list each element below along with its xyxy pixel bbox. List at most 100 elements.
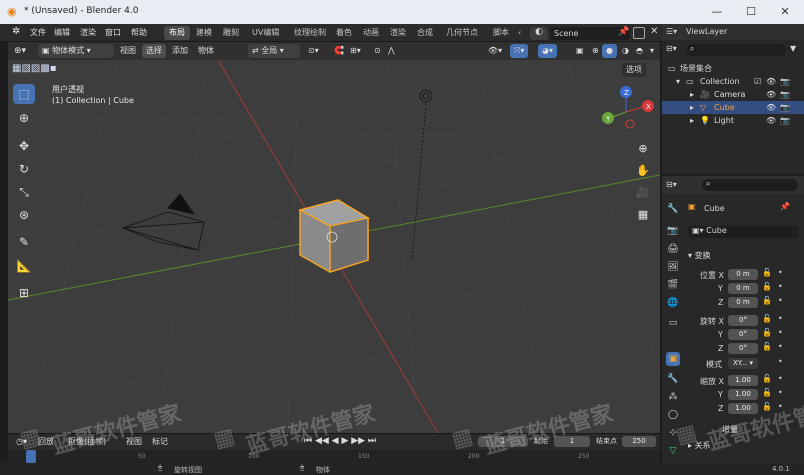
end-frame-field[interactable]: 250	[622, 436, 656, 447]
pin-icon[interactable]: 📌	[618, 27, 629, 37]
minimize-button[interactable]: —	[706, 4, 728, 20]
expand-icon[interactable]: ▸	[690, 88, 694, 101]
timeline-menu-playback[interactable]: 回放	[34, 435, 58, 449]
pivot-point-icon[interactable]: ⊙▾	[304, 44, 323, 58]
options-button[interactable]: 选项	[622, 63, 646, 77]
transform-tool-icon[interactable]: ⊛	[13, 205, 35, 225]
keyframe-dot[interactable]: •	[778, 268, 783, 277]
location-y-field[interactable]: 0 m	[728, 283, 758, 294]
select-box-tool-icon[interactable]: ⬚	[13, 84, 35, 104]
rotate-tool-icon[interactable]: ↻	[13, 159, 35, 179]
menu-window[interactable]: 窗口	[101, 26, 125, 40]
menu-edit[interactable]: 编辑	[50, 26, 74, 40]
tab-compositing[interactable]: 合成	[412, 26, 438, 40]
rotation-y-field[interactable]: 0°	[728, 329, 758, 340]
render-camera-icon[interactable]: 📷	[780, 101, 790, 114]
keyframe-dot[interactable]: •	[778, 328, 783, 337]
data-tab-icon[interactable]: ▽	[666, 444, 680, 458]
eye-icon[interactable]: 👁	[766, 88, 776, 101]
render-tab-icon[interactable]: 📷	[666, 224, 680, 238]
annotate-tool-icon[interactable]: ✎	[13, 232, 35, 252]
timeline-menu-marker[interactable]: 标记	[148, 435, 172, 449]
tab-scripting[interactable]: 脚本	[488, 26, 514, 40]
cube-object[interactable]	[298, 199, 370, 273]
lock-icon[interactable]: 🔓	[762, 282, 772, 291]
tab-animation[interactable]: 动画	[358, 26, 384, 40]
expand-icon[interactable]: ▸	[690, 101, 694, 114]
cursor-tool-icon[interactable]: ⊕	[13, 108, 35, 128]
camera-view-icon[interactable]: 🎥	[634, 184, 652, 202]
lock-icon[interactable]: 🔓	[762, 342, 772, 351]
overlays-toggle-icon[interactable]: ◕▾	[538, 44, 557, 58]
scale-z-field[interactable]: 1.00	[728, 403, 758, 414]
editor-type-icon[interactable]: ⊕▾	[10, 44, 30, 58]
mode-dropdown[interactable]: ▣ 物体模式 ▾	[38, 44, 114, 58]
3d-viewport[interactable]: 用户透视 (1) Collection | Cube ▦▧▨▩▪ 选项 ⬚ ⊕ …	[8, 60, 660, 433]
transform-orientation-dropdown[interactable]: ⇄ 全局 ▾	[248, 44, 300, 58]
keyframe-dot[interactable]: •	[778, 357, 783, 366]
camera-object[interactable]	[121, 193, 205, 251]
expand-icon[interactable]: ▾	[676, 75, 680, 88]
keyframe-dot[interactable]: •	[778, 296, 783, 305]
keyframe-dot[interactable]: •	[778, 282, 783, 291]
location-z-field[interactable]: 0 m	[728, 297, 758, 308]
lock-icon[interactable]: 🔓	[762, 268, 772, 277]
menu-help[interactable]: 帮助	[127, 26, 151, 40]
outliner-item-camera[interactable]: ▸ 🎥 Camera 👁 📷	[662, 88, 804, 101]
scale-x-field[interactable]: 1.00	[728, 375, 758, 386]
properties-search-input[interactable]: ⌕	[702, 179, 798, 191]
checkbox-icon[interactable]: ☑	[754, 75, 761, 88]
keyframe-dot[interactable]: •	[778, 342, 783, 351]
lock-icon[interactable]: 🔓	[762, 314, 772, 323]
playback-controls[interactable]: ⏮ ◀◀ ◀ ▶ ▶▶ ⏭	[304, 436, 376, 446]
keyframe-dot[interactable]: •	[778, 388, 783, 397]
filter-icon[interactable]: ▼	[790, 44, 796, 53]
rotation-mode-dropdown[interactable]: XY... ▾	[728, 358, 758, 369]
output-tab-icon[interactable]: 🖨	[666, 242, 680, 256]
playhead[interactable]	[26, 450, 36, 463]
light-object[interactable]	[411, 89, 433, 261]
select-box-mode-icon[interactable]: ▦▧▨▩▪	[12, 63, 57, 74]
timeline-menu-view[interactable]: 视图	[122, 435, 146, 449]
outliner-editor-icon[interactable]: ☰▾	[666, 27, 677, 36]
shading-options-icon[interactable]: ▾	[646, 44, 658, 58]
scene-tab-icon[interactable]: 🎬	[666, 278, 680, 292]
zoom-icon[interactable]: ⊕	[634, 140, 652, 158]
delete-scene-icon[interactable]: ✕	[650, 26, 658, 37]
timeline-editor-icon[interactable]: ◷▾	[12, 435, 31, 449]
menu-render[interactable]: 渲染	[76, 26, 100, 40]
pan-hand-icon[interactable]: ✋	[634, 162, 652, 180]
shading-solid-icon[interactable]: ●	[602, 44, 617, 58]
scale-y-field[interactable]: 1.00	[728, 389, 758, 400]
relations-header[interactable]: ▸ 关系	[688, 440, 711, 451]
proportional-edit-icon[interactable]: ⊙	[370, 44, 385, 58]
object-data-field[interactable]: ▣▾ Cube	[688, 226, 798, 238]
eye-icon[interactable]: 👁	[766, 101, 776, 114]
shading-rendered-icon[interactable]: ◓	[632, 44, 647, 58]
blender-menu-icon[interactable]: ✲	[12, 26, 20, 37]
new-scene-icon[interactable]	[633, 27, 645, 39]
close-button[interactable]: ✕	[774, 4, 796, 20]
filter-display-icon[interactable]: ⊟▾	[666, 44, 677, 53]
keyframe-dot[interactable]: •	[778, 402, 783, 411]
tab-modeling[interactable]: 建模	[191, 26, 217, 40]
tab-shading[interactable]: 着色	[331, 26, 357, 40]
measure-tool-icon[interactable]: 📐	[13, 256, 35, 276]
location-x-field[interactable]: 0 m	[728, 269, 758, 280]
tab-sculpting[interactable]: 雕刻	[218, 26, 244, 40]
lock-icon[interactable]: 🔓	[762, 402, 772, 411]
render-camera-icon[interactable]: 📷	[780, 114, 790, 127]
outliner-search-input[interactable]: ⌕	[686, 44, 786, 56]
pin-icon[interactable]: 📌	[780, 202, 790, 211]
outliner-item-cube[interactable]: ▸ ▽ Cube 👁 📷	[662, 101, 804, 114]
constraint-tab-icon[interactable]: ⊹	[666, 426, 680, 440]
timeline-ruler[interactable]: 0 50 100 150 200 250	[8, 450, 660, 463]
tab-texture-paint[interactable]: 纹理绘制	[289, 26, 331, 40]
particles-tab-icon[interactable]: ⁂	[666, 390, 680, 404]
tool-tab-icon[interactable]: 🔧	[666, 202, 680, 216]
move-tool-icon[interactable]: ✥	[13, 136, 35, 156]
tab-layout[interactable]: 布局	[164, 26, 190, 40]
rotation-z-field[interactable]: 0°	[728, 343, 758, 354]
view-layer-tab-icon[interactable]: 🖼	[666, 260, 680, 274]
shading-material-icon[interactable]: ◑	[618, 44, 633, 58]
